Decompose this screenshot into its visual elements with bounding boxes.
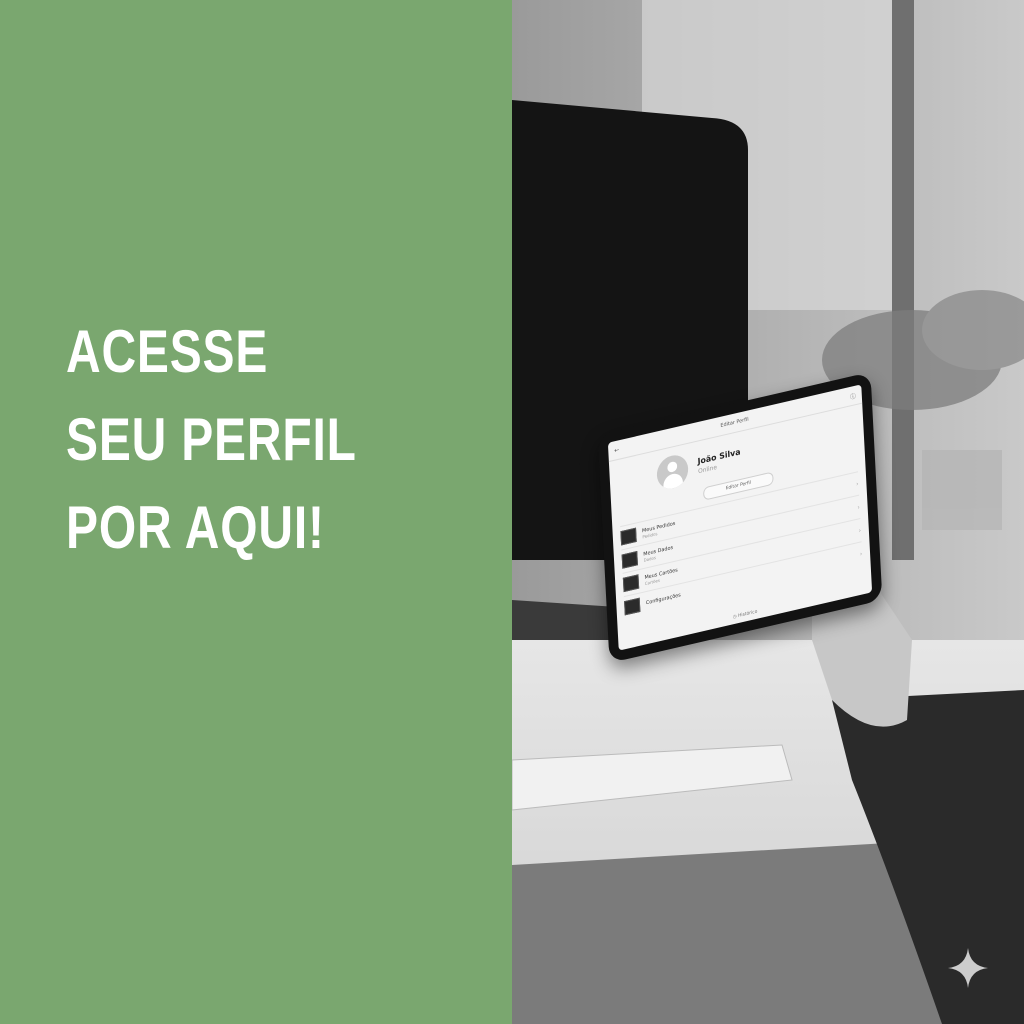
chevron-right-icon: › bbox=[857, 503, 860, 511]
item-title: Configurações bbox=[645, 592, 681, 607]
bottom-nav-label: Histórico bbox=[737, 609, 758, 620]
info-icon[interactable]: ⓘ bbox=[850, 390, 856, 400]
chevron-right-icon: › bbox=[858, 526, 862, 535]
headline-line-1: ACESSE bbox=[66, 318, 269, 385]
item-thumbnail bbox=[624, 597, 641, 616]
chevron-right-icon: › bbox=[855, 479, 859, 488]
sparkle-icon bbox=[948, 948, 988, 988]
back-icon[interactable]: ← bbox=[614, 446, 619, 454]
app-title: Editar Perfil bbox=[720, 416, 749, 430]
pillar bbox=[892, 0, 914, 560]
clock-icon: ◷ bbox=[732, 614, 737, 621]
item-thumbnail bbox=[622, 574, 640, 593]
item-thumbnail bbox=[621, 550, 638, 569]
headline: ACESSE SEU PERFIL POR AQUI! bbox=[66, 308, 429, 572]
tablet-screen: ← Editar Perfil ⓘ João Silva Online Edit… bbox=[607, 384, 873, 651]
chevron-right-icon: › bbox=[859, 549, 863, 558]
green-panel: ACESSE SEU PERFIL POR AQUI! bbox=[0, 0, 512, 1024]
canvas: ACESSE SEU PERFIL POR AQUI! ← Editar Per… bbox=[0, 0, 1024, 1024]
avatar[interactable] bbox=[656, 452, 689, 492]
headline-line-2: SEU PERFIL bbox=[66, 406, 357, 473]
item-thumbnail bbox=[620, 527, 637, 546]
headline-line-3: POR AQUI! bbox=[66, 494, 325, 561]
